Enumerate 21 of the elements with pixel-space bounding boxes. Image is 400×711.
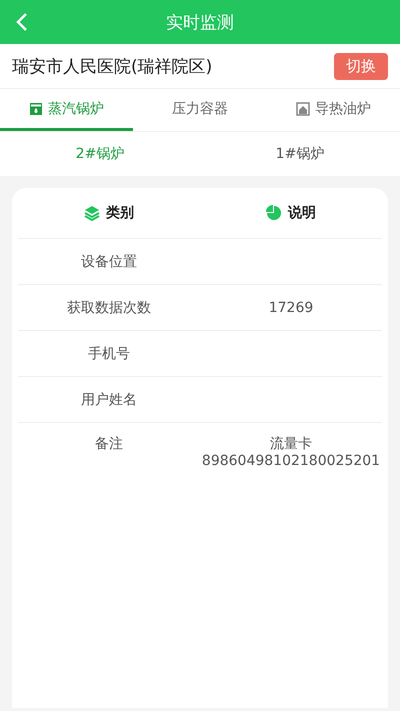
field-label: 备注	[95, 436, 123, 452]
column-header: 说明	[288, 204, 316, 222]
category-tab[interactable]: 导热油炉	[266, 89, 400, 131]
field-label: 用户姓名	[81, 392, 137, 408]
layers-icon	[84, 205, 100, 221]
field-label: 获取数据次数	[67, 300, 151, 316]
boiler-tab[interactable]: 1#锅炉	[200, 132, 400, 176]
field-label: 手机号	[88, 346, 130, 362]
category-tab[interactable]: 压力容器	[133, 89, 267, 131]
column-header: 类别	[106, 204, 134, 222]
hospital-name: 瑞安市人民医院(瑞祥院区)	[12, 56, 212, 78]
field-value: 流量卡 89860498102180025201	[202, 436, 380, 469]
house-icon	[296, 102, 310, 116]
switch-button[interactable]: 切换	[334, 52, 388, 80]
back-icon[interactable]	[16, 12, 28, 32]
pie-chart-icon	[266, 205, 282, 221]
field-label: 设备位置	[81, 254, 137, 270]
page-title: 实时监测	[166, 12, 234, 34]
boiler-icon	[29, 102, 44, 116]
field-value: 17269	[268, 300, 314, 316]
boiler-tab[interactable]: 2#锅炉	[0, 132, 200, 176]
